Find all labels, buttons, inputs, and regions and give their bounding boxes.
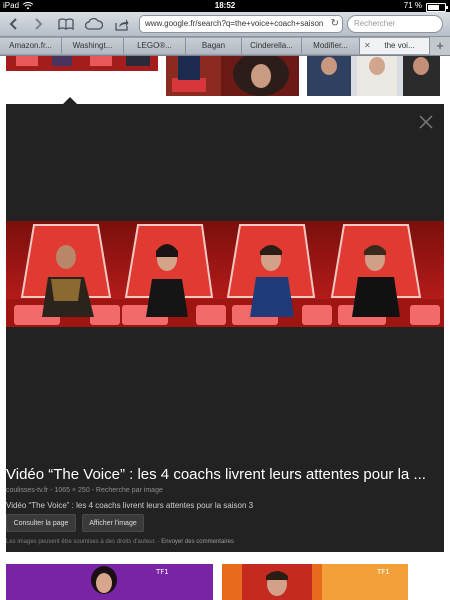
thumbnail-image	[307, 56, 440, 96]
the-voice-coaches-image	[6, 221, 444, 327]
result-thumbnail[interactable]	[307, 56, 440, 96]
status-bar: iPad 18:52 71 %	[0, 0, 450, 12]
thumbnail-image	[6, 56, 158, 71]
result-thumbnail[interactable]: TF1	[6, 564, 213, 600]
reload-icon[interactable]: ↻	[331, 16, 339, 32]
bookmarks-button[interactable]	[56, 15, 76, 33]
tab-cinderella[interactable]: Cinderella...	[242, 38, 302, 54]
address-bar[interactable]: www.google.fr/search?q=the+voice+coach+s…	[139, 15, 343, 33]
tab-washington[interactable]: Washingt...	[62, 38, 124, 54]
battery-label: 71 %	[403, 1, 422, 10]
result-thumbnail[interactable]	[6, 56, 158, 71]
view-image-button[interactable]: Afficher l'image	[82, 514, 144, 532]
result-thumbnail[interactable]: TF1	[222, 564, 408, 600]
preview-description: Vidéo “The Voice” : les 4 coachs livrent…	[6, 501, 254, 510]
tab-label: the voi...	[384, 41, 415, 50]
svg-text:TF1: TF1	[376, 568, 390, 576]
thumbnail-image: TF1	[6, 564, 213, 600]
status-right: 71 %	[403, 0, 448, 12]
copyright-text: Les images peuvent être soumises à des d…	[6, 539, 156, 545]
icloud-tabs-button[interactable]	[84, 15, 104, 33]
address-text: www.google.fr/search?q=the+voice+coach+s…	[145, 19, 324, 28]
feedback-link[interactable]: Envoyer des commentaires	[161, 539, 234, 545]
search-results-page: Vidéo “The Voice” : les 4 coachs livrent…	[0, 56, 450, 600]
forward-arrow-icon	[35, 18, 43, 30]
share-button[interactable]	[112, 15, 132, 33]
close-preview-button[interactable]	[418, 114, 434, 130]
back-arrow-icon	[9, 18, 17, 30]
share-icon	[115, 18, 129, 31]
close-tab-icon[interactable]: ✕	[364, 38, 371, 54]
tab-bar: Amazon.fr... Washingt... LEGO®... Bagan …	[0, 37, 450, 56]
selection-pointer	[63, 97, 77, 104]
thumbnail-image: TF1	[222, 564, 408, 600]
new-tab-button[interactable]: +	[430, 37, 450, 55]
forward-button[interactable]	[28, 15, 48, 33]
tab-modifier[interactable]: Modifier...	[302, 38, 360, 54]
tab-bagan[interactable]: Bagan	[186, 38, 242, 54]
book-icon	[58, 18, 74, 30]
browser-toolbar: www.google.fr/search?q=the+voice+coach+s…	[0, 12, 450, 37]
search-field[interactable]: Rechercher	[347, 15, 443, 33]
image-preview-panel: Vidéo “The Voice” : les 4 coachs livrent…	[6, 104, 444, 552]
tab-amazon[interactable]: Amazon.fr...	[0, 38, 62, 54]
preview-meta: coulisses-tv.fr - 1065 × 250 - Recherche…	[6, 487, 163, 494]
status-time: 18:52	[214, 1, 236, 10]
close-icon	[419, 115, 433, 129]
svg-text:TF1: TF1	[155, 568, 169, 576]
tab-the-voice[interactable]: ✕ the voi...	[360, 38, 430, 54]
battery-fill	[428, 4, 439, 10]
thumbnail-image	[166, 56, 299, 96]
visit-page-button[interactable]: Consulter la page	[6, 514, 76, 532]
cloud-icon	[85, 18, 103, 30]
result-thumbnail[interactable]	[166, 56, 299, 96]
battery-icon	[426, 2, 448, 12]
back-button[interactable]	[4, 15, 24, 33]
preview-title[interactable]: Vidéo “The Voice” : les 4 coachs livrent…	[6, 466, 436, 483]
preview-image[interactable]	[6, 221, 444, 327]
copyright-note: Les images peuvent être soumises à des d…	[6, 539, 234, 545]
tab-lego[interactable]: LEGO®...	[124, 38, 186, 54]
